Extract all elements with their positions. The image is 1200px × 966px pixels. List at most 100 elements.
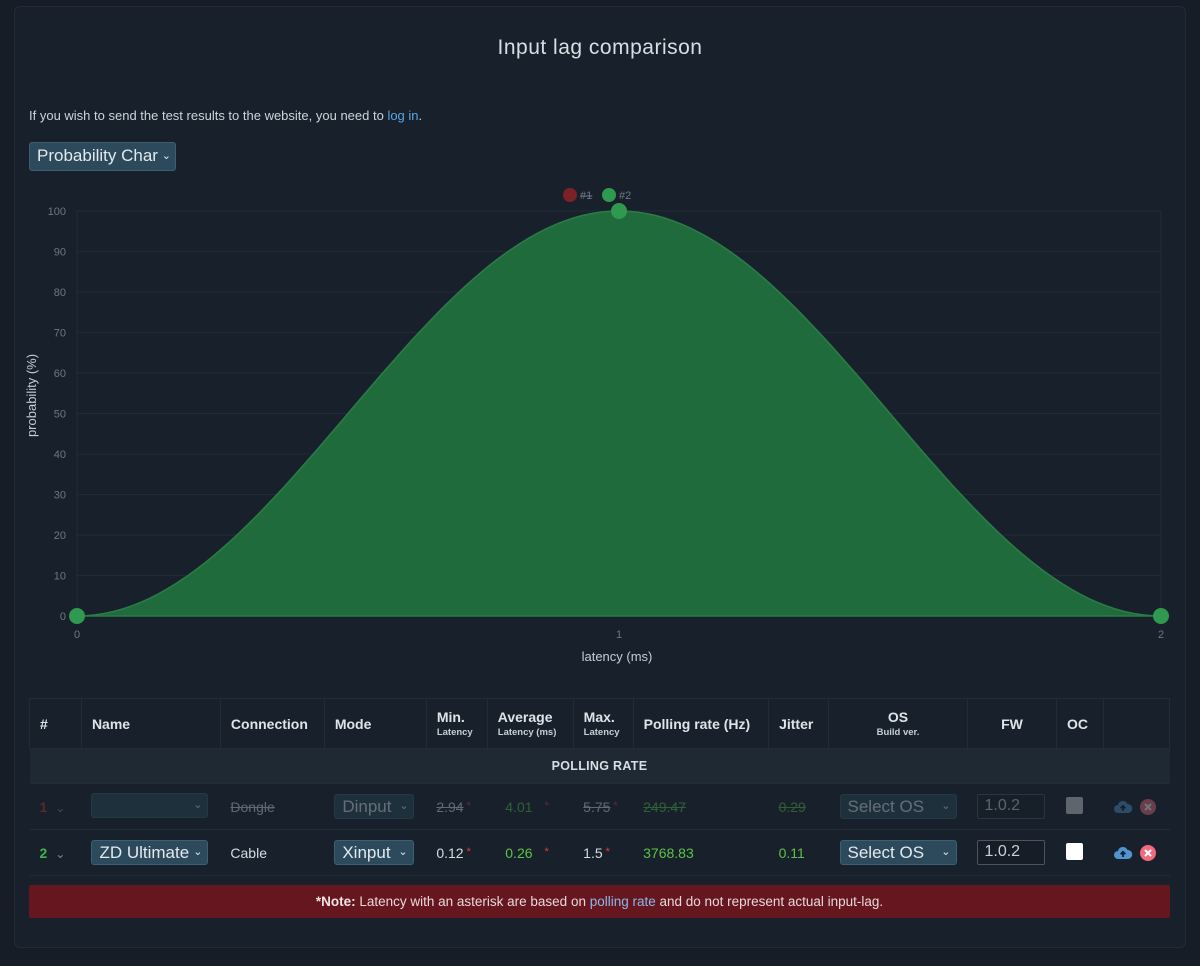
col-avg: Average Latency (ms) bbox=[486, 698, 574, 749]
asterisk: * bbox=[613, 799, 618, 812]
oc-checkbox[interactable] bbox=[1066, 842, 1084, 860]
table-row: 2 ⌄ ZD Ultimate ⌄ Cable Xinput ⌄ 0.12 * 0.26… bbox=[29, 829, 1170, 876]
col-avg-sub: Latency (ms) bbox=[497, 727, 557, 738]
legend-marker[interactable] bbox=[602, 188, 616, 202]
close-circle-icon[interactable] bbox=[1139, 844, 1157, 862]
oc-checkbox[interactable] bbox=[1066, 796, 1084, 814]
row-max-cell: 5.75 * bbox=[573, 783, 634, 830]
y-tick-label: 70 bbox=[54, 328, 66, 340]
table-row: 1 ⌄ ⌄ Dongle Dinput ⌄ 2.94 * 4.01 * 5.75 * 24… bbox=[29, 783, 1170, 830]
mode-select[interactable]: Dinput ⌄ bbox=[334, 794, 415, 819]
note-text-end: and do not represent actual input-lag. bbox=[655, 894, 884, 909]
y-axis-ticks: 0 10 20 30 40 50 60 70 80 90 100 bbox=[48, 206, 66, 623]
row-avg: 0.26 bbox=[505, 844, 533, 861]
row-min-cell: 2.94 * bbox=[426, 783, 488, 830]
name-select[interactable]: ZD Ultimate ⌄ bbox=[91, 840, 209, 865]
y-tick-label: 30 bbox=[54, 490, 66, 502]
y-tick-label: 50 bbox=[54, 409, 66, 421]
data-point bbox=[1153, 608, 1169, 624]
row-jitter: 0.29 bbox=[778, 798, 806, 815]
chevron-down-icon: ⌄ bbox=[941, 846, 951, 858]
row-min: 0.12 bbox=[436, 844, 464, 861]
legend-marker[interactable] bbox=[563, 188, 577, 202]
y-tick-label: 90 bbox=[54, 247, 66, 259]
table-header-row: # Name Connection Mode Min. Latency Avera… bbox=[29, 698, 1171, 749]
name-select[interactable]: ⌄ bbox=[91, 792, 209, 818]
row-connection: Dongle bbox=[230, 798, 275, 815]
chevron-down-icon: ⌄ bbox=[193, 798, 203, 811]
chevron-down-icon: ⌄ bbox=[399, 800, 409, 812]
os-select[interactable]: Select OS ⌄ bbox=[839, 840, 957, 865]
col-fw: FW bbox=[966, 698, 1057, 749]
row-name-cell: ⌄ bbox=[81, 783, 221, 830]
login-link[interactable]: log in bbox=[387, 108, 418, 123]
data-point bbox=[69, 608, 85, 624]
cloud-upload-icon[interactable] bbox=[1113, 845, 1133, 861]
row-oc-cell bbox=[1056, 783, 1104, 830]
col-mode: Mode bbox=[323, 698, 427, 749]
login-notice-end: . bbox=[418, 108, 423, 123]
row-index-toggle[interactable]: 2 ⌄ bbox=[29, 829, 82, 876]
chevron-down-icon: ⌄ bbox=[161, 150, 171, 162]
asterisk: * bbox=[605, 845, 610, 858]
col-os-sub: Build ver. bbox=[876, 727, 920, 738]
y-tick-label: 10 bbox=[54, 571, 66, 583]
col-min-label: Min. bbox=[436, 709, 465, 725]
results-table: # Name Connection Mode Min. Latency Avera… bbox=[29, 698, 1171, 876]
row-jitter-cell: 0.29 bbox=[768, 783, 829, 830]
row-name-cell: ZD Ultimate ⌄ bbox=[81, 829, 221, 876]
cloud-upload-icon[interactable] bbox=[1113, 799, 1133, 815]
chart-type-select[interactable]: Probability Char ⌄ bbox=[29, 142, 176, 171]
polling-rate-link[interactable]: polling rate bbox=[590, 894, 656, 909]
legend-label[interactable]: #1 bbox=[580, 190, 592, 202]
col-oc: OC bbox=[1055, 698, 1104, 749]
row-polling-cell: 249.47 bbox=[633, 783, 769, 830]
row-index: 1 bbox=[39, 798, 48, 815]
row-avg: 4.01 bbox=[505, 798, 533, 815]
x-tick-label: 1 bbox=[616, 629, 622, 641]
row-max: 5.75 bbox=[583, 798, 611, 815]
row-jitter: 0.11 bbox=[778, 844, 805, 861]
col-max-sub: Latency bbox=[583, 727, 620, 738]
chevron-down-icon: ⌄ bbox=[55, 846, 66, 861]
row-os-cell: Select OS ⌄ bbox=[828, 829, 968, 876]
row-avg-cell: 0.26 * bbox=[487, 829, 574, 876]
row-connection: Cable bbox=[230, 844, 267, 861]
x-axis-label: latency (ms) bbox=[582, 649, 653, 664]
asterisk: * bbox=[466, 845, 471, 858]
col-min-sub: Latency bbox=[436, 727, 473, 738]
data-point bbox=[611, 203, 627, 219]
y-tick-label: 80 bbox=[54, 287, 66, 299]
row-mode-cell: Dinput ⌄ bbox=[324, 783, 427, 830]
x-tick-label: 0 bbox=[74, 629, 80, 641]
mode-select[interactable]: Xinput ⌄ bbox=[334, 840, 414, 865]
col-max: Max. Latency bbox=[572, 698, 634, 749]
row-oc-cell bbox=[1056, 829, 1104, 876]
polling-rate-note: *Note: Latency with an asterisk are base… bbox=[29, 885, 1170, 918]
probability-chart: 0 10 20 30 40 50 60 70 80 90 100 0 1 2 #1 #2 latency … bbox=[24, 188, 1169, 664]
row-polling: 3768.83 bbox=[643, 844, 694, 861]
row-fw-cell: 1.0.2 bbox=[967, 829, 1057, 876]
group-label: POLLING RATE bbox=[29, 748, 1170, 784]
row-jitter-cell: 0.11 bbox=[768, 829, 829, 876]
os-select[interactable]: Select OS ⌄ bbox=[839, 794, 957, 819]
col-polling: Polling rate (Hz) bbox=[632, 698, 770, 749]
row-max: 1.5 bbox=[583, 844, 603, 861]
close-circle-icon[interactable] bbox=[1139, 798, 1157, 816]
row-polling: 249.47 bbox=[643, 798, 686, 815]
note-label: *Note: bbox=[315, 894, 356, 909]
row-connection-cell: Dongle bbox=[220, 783, 325, 830]
y-tick-label: 40 bbox=[54, 449, 66, 461]
y-axis-label: probability (%) bbox=[24, 354, 39, 437]
row-min: 2.94 bbox=[436, 798, 464, 815]
fw-input[interactable]: 1.0.2 bbox=[977, 794, 1046, 819]
os-select-value: Select OS bbox=[847, 797, 925, 816]
col-os: OS Build ver. bbox=[828, 698, 968, 749]
chart-type-select-value: Probability Char bbox=[37, 146, 158, 165]
y-tick-label: 20 bbox=[54, 530, 66, 542]
chart-legend[interactable]: #1 #2 bbox=[563, 188, 631, 202]
fw-input[interactable]: 1.0.2 bbox=[977, 840, 1046, 865]
legend-label[interactable]: #2 bbox=[619, 190, 631, 202]
y-tick-label: 60 bbox=[54, 368, 66, 380]
row-index-toggle[interactable]: 1 ⌄ bbox=[29, 783, 82, 830]
